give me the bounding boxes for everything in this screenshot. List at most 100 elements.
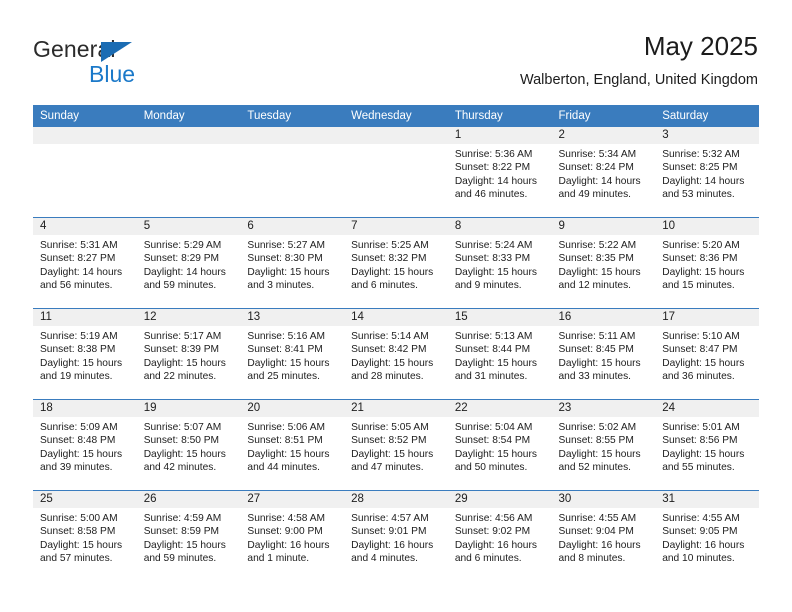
day-cell-inner: 2 Sunrise: 5:34 AM Sunset: 8:24 PM Daylight…	[551, 127, 656, 217]
calendar-week-row: 4 Sunrise: 5:31 AM Sunset: 8:27 PM Daylight…	[33, 217, 759, 309]
daylight-text-line2: and 57 minutes.	[40, 553, 113, 565]
calendar-day-cell[interactable]: 28 Sunrise: 4:57 AM Sunset: 9:01 PM Dayligh…	[344, 490, 448, 581]
calendar-day-cell[interactable]: 6 Sunrise: 5:27 AM Sunset: 8:30 PM Daylight…	[240, 217, 345, 309]
sunset-text: Sunset: 9:05 PM	[662, 526, 738, 538]
day-details: Sunrise: 5:16 AM Sunset: 8:41 PM Daylight:…	[240, 326, 344, 384]
daylight-text-line1: Daylight: 15 hours	[558, 448, 641, 460]
calendar-day-cell[interactable]: 31 Sunrise: 4:55 AM Sunset: 9:05 PM Dayligh…	[655, 490, 759, 581]
calendar-day-cell[interactable]: 17 Sunrise: 5:10 AM Sunset: 8:47 PM Dayligh…	[655, 308, 759, 400]
day-number: 16	[551, 309, 656, 326]
general-blue-logo[interactable]: General Blue	[33, 36, 233, 88]
day-details: Sunrise: 4:55 AM Sunset: 9:05 PM Daylight:…	[655, 508, 759, 566]
calendar-day-cell[interactable]: 11 Sunrise: 5:19 AM Sunset: 8:38 PM Dayligh…	[33, 308, 137, 400]
day-cell-inner: 17 Sunrise: 5:10 AM Sunset: 8:47 PM Dayligh…	[655, 309, 759, 399]
daylight-text-line2: and 4 minutes.	[351, 553, 418, 565]
day-number: 13	[240, 309, 345, 326]
calendar-day-cell[interactable]: 26 Sunrise: 4:59 AM Sunset: 8:59 PM Dayligh…	[136, 490, 241, 581]
sunset-text: Sunset: 8:25 PM	[662, 162, 738, 174]
day-number: 8	[447, 218, 552, 235]
calendar-day-cell[interactable]: 1 Sunrise: 5:36 AM Sunset: 8:22 PM Daylight…	[447, 127, 552, 218]
calendar-day-cell[interactable]: 21 Sunrise: 5:05 AM Sunset: 8:52 PM Dayligh…	[344, 399, 448, 491]
daylight-text-line2: and 9 minutes.	[454, 280, 522, 292]
daylight-text-line1: Daylight: 15 hours	[454, 357, 537, 369]
calendar-day-cell[interactable]: 16 Sunrise: 5:11 AM Sunset: 8:45 PM Dayligh…	[551, 308, 656, 400]
calendar-day-cell[interactable]: 30 Sunrise: 4:55 AM Sunset: 9:04 PM Dayligh…	[551, 490, 656, 581]
calendar-day-cell[interactable]: 15 Sunrise: 5:13 AM Sunset: 8:44 PM Dayligh…	[447, 308, 552, 400]
sunrise-text: Sunrise: 4:56 AM	[454, 513, 533, 524]
day-cell-inner: 7 Sunrise: 5:25 AM Sunset: 8:32 PM Daylight…	[344, 218, 448, 308]
daylight-text-line2: and 50 minutes.	[454, 462, 528, 474]
calendar-day-cell[interactable]: 24 Sunrise: 5:01 AM Sunset: 8:56 PM Dayligh…	[655, 399, 759, 491]
weekday-header-tuesday: Tuesday	[240, 105, 345, 127]
sunset-text: Sunset: 8:50 PM	[143, 435, 220, 447]
calendar-day-cell[interactable]: 19 Sunrise: 5:07 AM Sunset: 8:50 PM Dayligh…	[136, 399, 241, 491]
logo-triangle-icon	[101, 42, 132, 62]
sunrise-text: Sunrise: 5:09 AM	[40, 422, 118, 433]
daylight-text-line2: and 52 minutes.	[558, 462, 632, 474]
daylight-text-line2: and 33 minutes.	[558, 371, 632, 383]
sunset-text: Sunset: 8:39 PM	[143, 344, 220, 356]
page-title: May 2025	[643, 31, 758, 61]
day-cell-inner: 3 Sunrise: 5:32 AM Sunset: 8:25 PM Daylight…	[655, 127, 759, 217]
calendar-day-cell[interactable]: 5 Sunrise: 5:29 AM Sunset: 8:29 PM Daylight…	[136, 217, 241, 309]
day-number	[33, 127, 137, 144]
day-cell-inner: 30 Sunrise: 4:55 AM Sunset: 9:04 PM Dayligh…	[551, 491, 656, 581]
calendar-table: Sunday Monday Tuesday Wednesday Thursday…	[33, 105, 759, 581]
day-cell-inner: 14 Sunrise: 5:14 AM Sunset: 8:42 PM Dayligh…	[344, 309, 448, 399]
daylight-text-line1: Daylight: 16 hours	[247, 539, 330, 551]
sunrise-text: Sunrise: 4:55 AM	[558, 513, 637, 524]
calendar-day-cell[interactable]: 9 Sunrise: 5:22 AM Sunset: 8:35 PM Daylight…	[551, 217, 656, 309]
sunrise-text: Sunrise: 5:19 AM	[40, 331, 118, 342]
calendar-day-cell[interactable]: 20 Sunrise: 5:06 AM Sunset: 8:51 PM Dayligh…	[240, 399, 345, 491]
calendar-day-cell[interactable]: 14 Sunrise: 5:14 AM Sunset: 8:42 PM Dayligh…	[344, 308, 448, 400]
calendar-day-cell[interactable]: 27 Sunrise: 4:58 AM Sunset: 9:00 PM Dayligh…	[240, 490, 345, 581]
calendar-day-cell[interactable]: 10 Sunrise: 5:20 AM Sunset: 8:36 PM Dayligh…	[655, 217, 759, 309]
calendar-day-cell[interactable]: 4 Sunrise: 5:31 AM Sunset: 8:27 PM Daylight…	[33, 217, 137, 309]
sunrise-text: Sunrise: 5:11 AM	[558, 331, 636, 342]
calendar-day-cell[interactable]: 12 Sunrise: 5:17 AM Sunset: 8:39 PM Dayligh…	[136, 308, 241, 400]
day-details: Sunrise: 5:19 AM Sunset: 8:38 PM Daylight:…	[33, 326, 137, 384]
day-details: Sunrise: 5:29 AM Sunset: 8:29 PM Daylight:…	[137, 235, 241, 293]
calendar-day-cell[interactable]: 3 Sunrise: 5:32 AM Sunset: 8:25 PM Daylight…	[655, 127, 759, 218]
day-cell-inner	[136, 127, 241, 217]
daylight-text-line2: and 10 minutes.	[662, 553, 735, 565]
calendar-day-cell[interactable]: 2 Sunrise: 5:34 AM Sunset: 8:24 PM Daylight…	[551, 127, 656, 218]
sunset-text: Sunset: 8:51 PM	[247, 435, 323, 447]
daylight-text-line2: and 25 minutes.	[247, 371, 320, 383]
calendar-day-cell[interactable]: 22 Sunrise: 5:04 AM Sunset: 8:54 PM Dayligh…	[447, 399, 552, 491]
sunrise-text: Sunrise: 5:24 AM	[454, 240, 533, 251]
page-header: General Blue May 2025 Walberton, England…	[0, 0, 792, 100]
day-number: 6	[240, 218, 345, 235]
sunset-text: Sunset: 8:48 PM	[40, 435, 116, 447]
day-details: Sunrise: 4:59 AM Sunset: 8:59 PM Daylight:…	[137, 508, 241, 566]
daylight-text-line1: Daylight: 15 hours	[662, 448, 745, 460]
calendar-body: 1 Sunrise: 5:36 AM Sunset: 8:22 PM Daylight…	[33, 127, 759, 581]
daylight-text-line1: Daylight: 15 hours	[454, 448, 537, 460]
daylight-text-line1: Daylight: 15 hours	[247, 266, 330, 278]
calendar-day-cell[interactable]: 29 Sunrise: 4:56 AM Sunset: 9:02 PM Dayligh…	[447, 490, 552, 581]
sunset-text: Sunset: 8:22 PM	[454, 162, 531, 174]
calendar-day-cell-empty	[136, 127, 241, 218]
day-details	[137, 144, 241, 148]
calendar-day-cell[interactable]: 13 Sunrise: 5:16 AM Sunset: 8:41 PM Dayligh…	[240, 308, 345, 400]
calendar-day-cell[interactable]: 8 Sunrise: 5:24 AM Sunset: 8:33 PM Daylight…	[447, 217, 552, 309]
daylight-text-line1: Daylight: 15 hours	[662, 266, 745, 278]
sunrise-text: Sunrise: 5:20 AM	[662, 240, 740, 251]
daylight-text-line1: Daylight: 16 hours	[351, 539, 434, 551]
calendar-day-cell[interactable]: 25 Sunrise: 5:00 AM Sunset: 8:58 PM Dayligh…	[33, 490, 137, 581]
day-number: 9	[551, 218, 656, 235]
calendar-day-cell[interactable]: 7 Sunrise: 5:25 AM Sunset: 8:32 PM Daylight…	[344, 217, 448, 309]
calendar-day-cell[interactable]: 23 Sunrise: 5:02 AM Sunset: 8:55 PM Dayligh…	[551, 399, 656, 491]
sunrise-text: Sunrise: 5:17 AM	[143, 331, 222, 342]
daylight-text-line2: and 53 minutes.	[662, 189, 735, 201]
sunset-text: Sunset: 8:45 PM	[558, 344, 634, 356]
daylight-text-line2: and 6 minutes.	[454, 553, 522, 565]
day-details	[344, 144, 448, 148]
day-number: 4	[33, 218, 137, 235]
day-number: 3	[655, 127, 759, 144]
daylight-text-line2: and 1 minute.	[247, 553, 310, 565]
daylight-text-line2: and 15 minutes.	[662, 280, 735, 292]
sunset-text: Sunset: 8:54 PM	[454, 435, 531, 447]
calendar-day-cell[interactable]: 18 Sunrise: 5:09 AM Sunset: 8:48 PM Dayligh…	[33, 399, 137, 491]
sunrise-text: Sunrise: 4:59 AM	[143, 513, 222, 524]
